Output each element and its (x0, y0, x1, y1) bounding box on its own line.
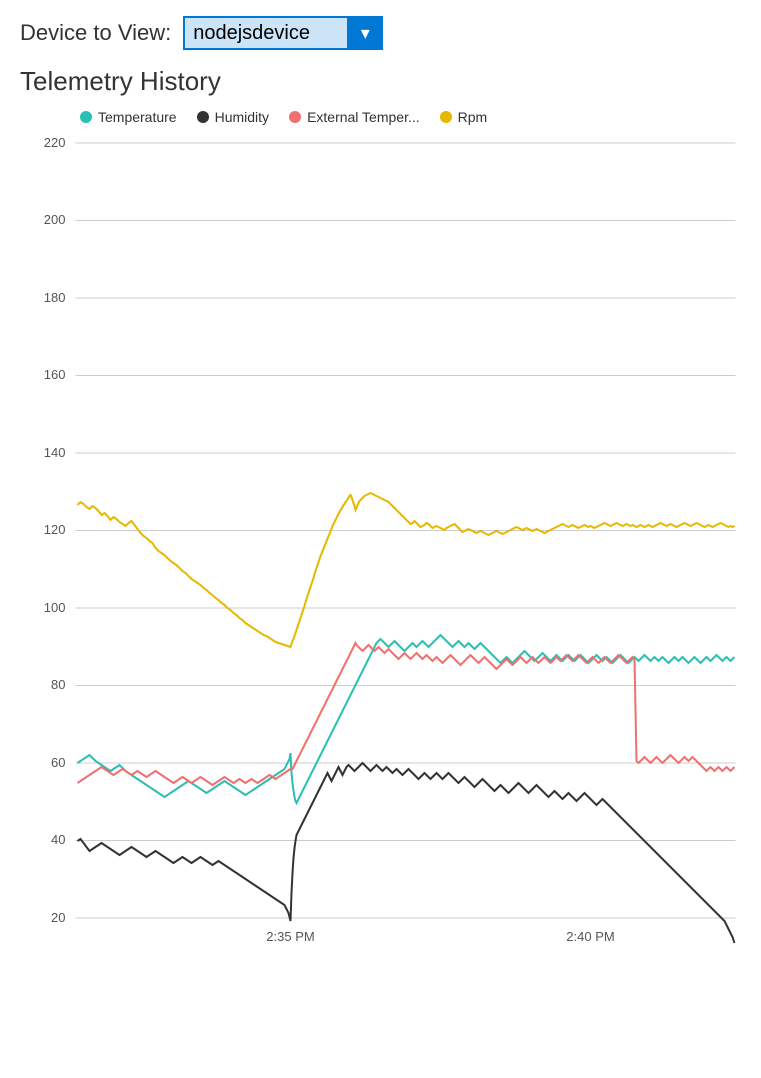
svg-text:2:40 PM: 2:40 PM (566, 929, 614, 944)
svg-text:220: 220 (44, 135, 66, 150)
svg-text:20: 20 (51, 910, 65, 925)
legend-label-external-temp: External Temper... (307, 109, 420, 125)
svg-text:200: 200 (44, 212, 66, 227)
device-row: Device to View: nodejsdevice (20, 16, 741, 50)
svg-text:140: 140 (44, 445, 66, 460)
svg-text:160: 160 (44, 367, 66, 382)
external-temp-line (78, 643, 735, 785)
device-select-wrapper[interactable]: nodejsdevice (183, 16, 383, 50)
svg-text:2:35 PM: 2:35 PM (266, 929, 314, 944)
humidity-color-dot (197, 111, 209, 123)
svg-text:60: 60 (51, 755, 65, 770)
main-container: Device to View: nodejsdevice Telemetry H… (0, 0, 761, 1078)
svg-text:120: 120 (44, 522, 66, 537)
svg-text:180: 180 (44, 290, 66, 305)
device-to-view-label: Device to View: (20, 20, 171, 46)
rpm-color-dot (440, 111, 452, 123)
legend-item-rpm: Rpm (440, 109, 488, 125)
legend-label-humidity: Humidity (215, 109, 269, 125)
legend-label-temperature: Temperature (98, 109, 177, 125)
svg-text:40: 40 (51, 832, 65, 847)
svg-text:100: 100 (44, 600, 66, 615)
device-select[interactable]: nodejsdevice (183, 16, 383, 50)
external-temp-color-dot (289, 111, 301, 123)
legend-item-external-temp: External Temper... (289, 109, 420, 125)
legend-item-temperature: Temperature (80, 109, 177, 125)
svg-text:80: 80 (51, 677, 65, 692)
chart-title: Telemetry History (20, 66, 741, 97)
chart-svg: 220 200 180 160 140 120 100 80 60 (20, 133, 741, 953)
chart-legend: Temperature Humidity External Temper... … (20, 109, 741, 125)
temperature-color-dot (80, 111, 92, 123)
legend-label-rpm: Rpm (458, 109, 488, 125)
chart-area: 220 200 180 160 140 120 100 80 60 (20, 133, 741, 953)
rpm-line (78, 493, 735, 647)
legend-item-humidity: Humidity (197, 109, 269, 125)
